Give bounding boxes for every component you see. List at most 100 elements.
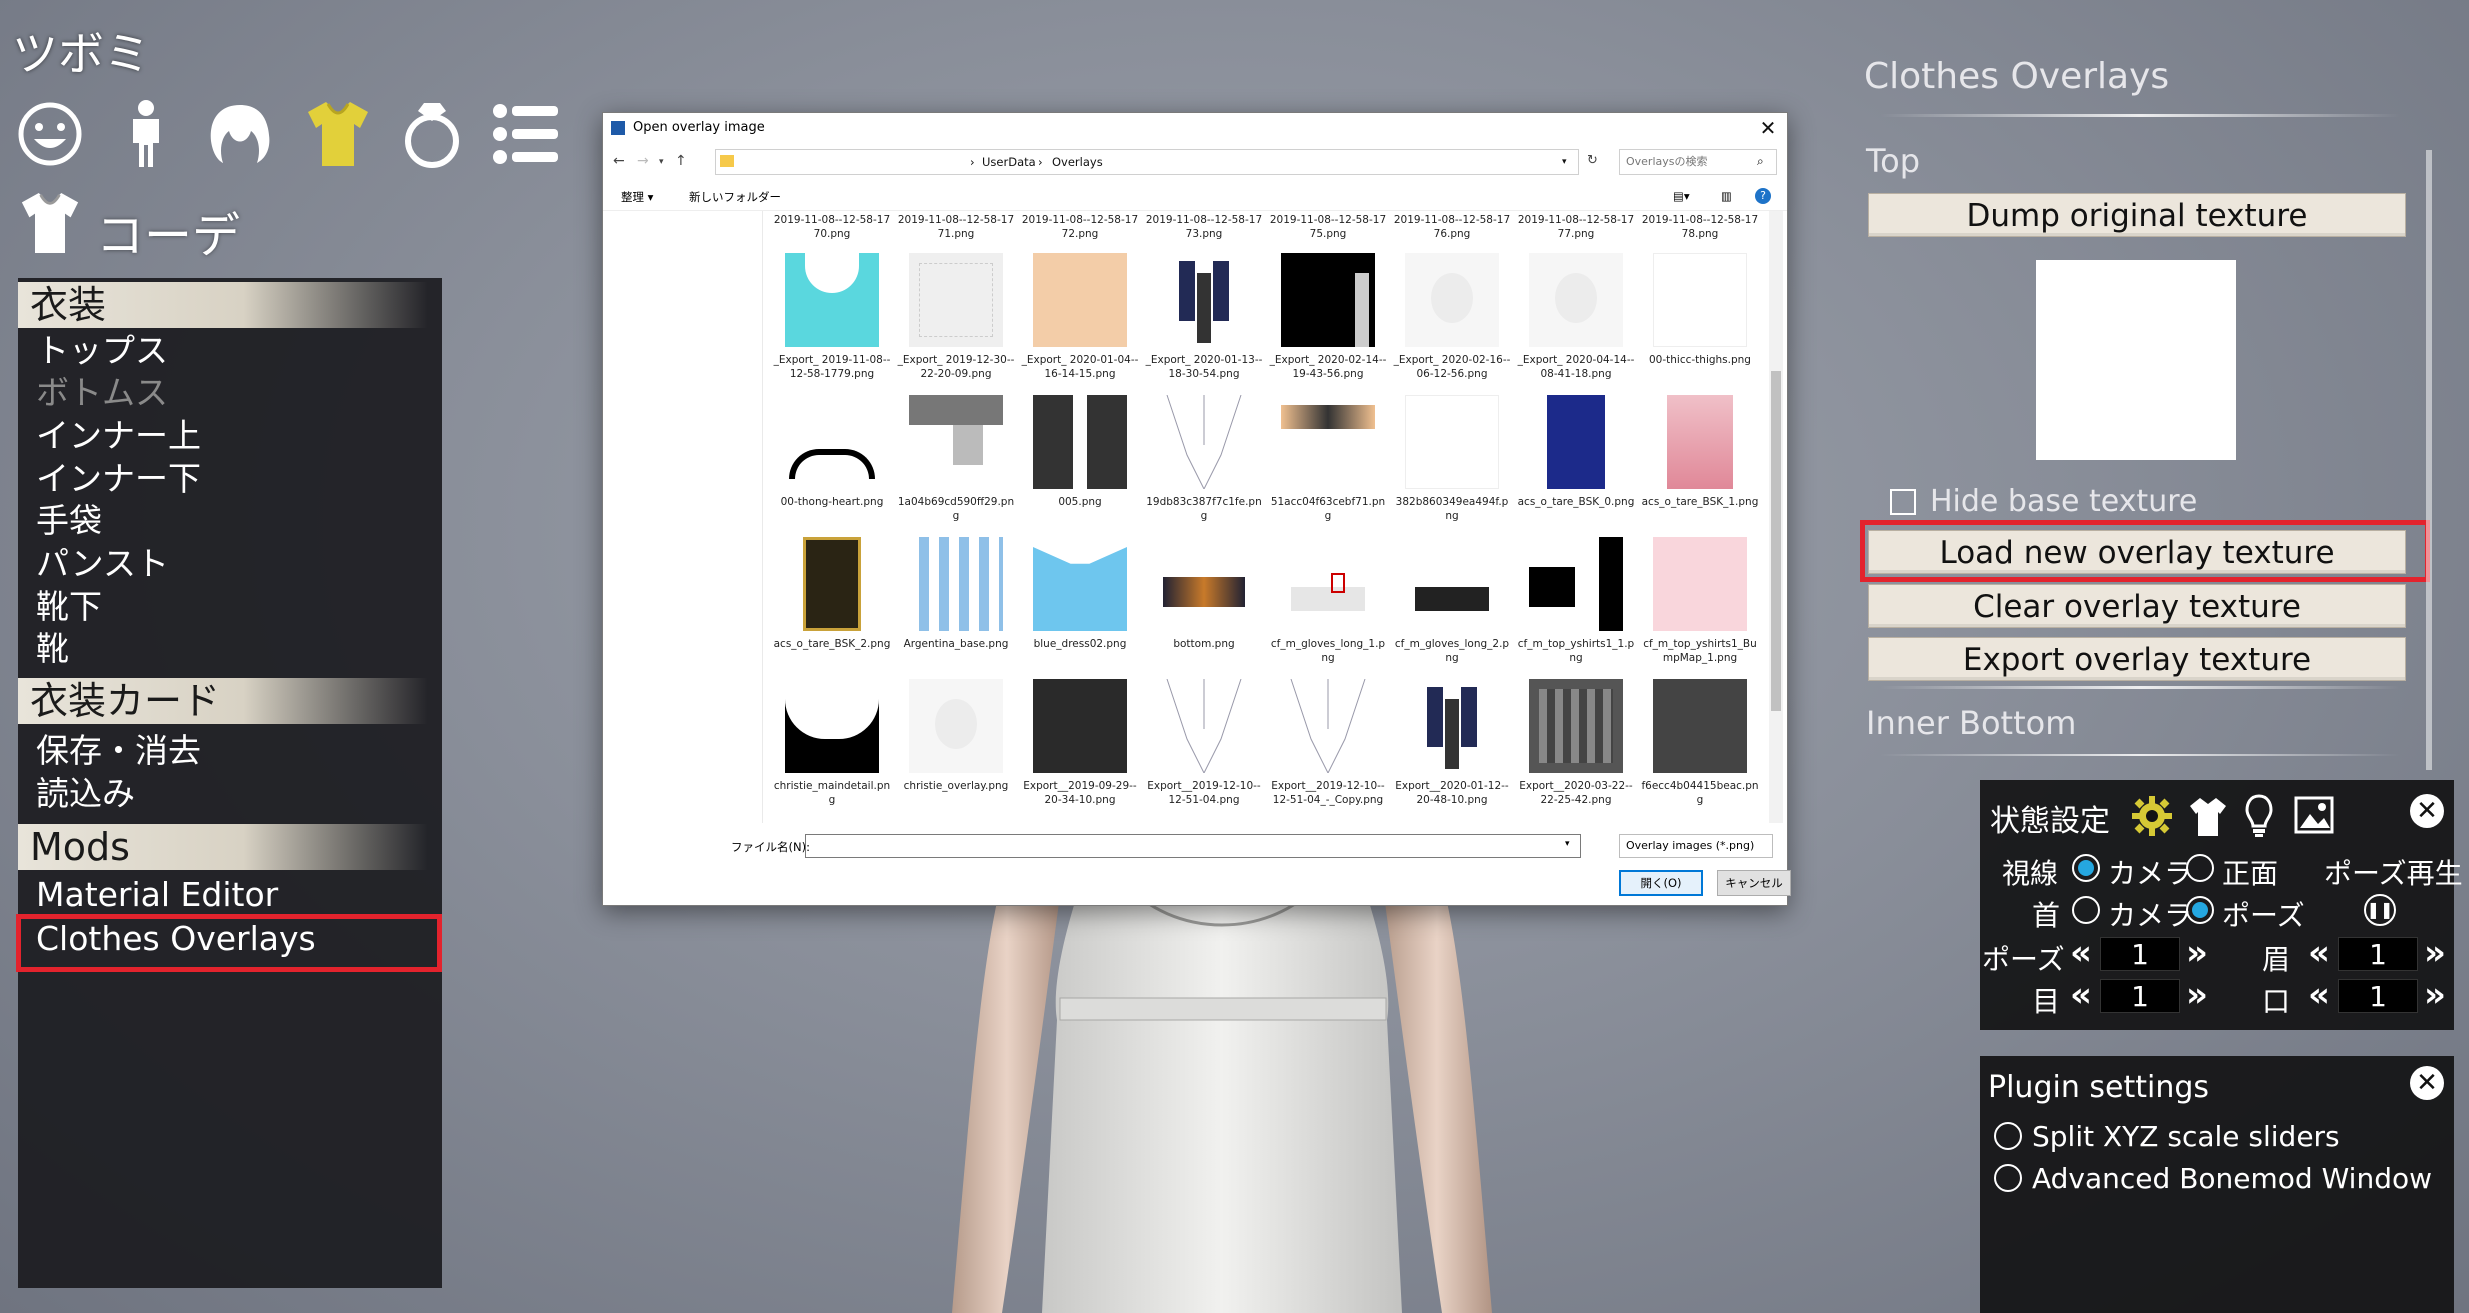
file-item[interactable]: Argentina_base.png bbox=[897, 537, 1015, 651]
back-icon[interactable]: ← bbox=[613, 153, 625, 169]
file-item[interactable]: 2019-11-08--12-58-1770.png bbox=[773, 213, 891, 241]
clear-overlay-texture-button[interactable]: Clear overlay texture bbox=[1868, 584, 2406, 628]
list-icon[interactable] bbox=[490, 96, 562, 172]
file-item[interactable]: _Export_ 2020-02-16--06-12-56.png bbox=[1393, 253, 1511, 381]
forward-icon[interactable]: → bbox=[637, 153, 649, 169]
menu-item-material-editor[interactable]: Material Editor bbox=[36, 874, 278, 916]
pose-number[interactable]: 1 bbox=[2100, 937, 2180, 971]
clothes-icon[interactable] bbox=[302, 96, 374, 172]
gaze-front-radio[interactable] bbox=[2186, 854, 2214, 882]
brow-next-icon[interactable]: » bbox=[2424, 936, 2446, 970]
mouth-prev-icon[interactable]: « bbox=[2308, 978, 2330, 1012]
brow-number[interactable]: 1 bbox=[2338, 937, 2418, 971]
advanced-bonemod-radio[interactable] bbox=[1994, 1164, 2022, 1192]
file-item[interactable]: bottom.png bbox=[1145, 537, 1263, 651]
mouth-next-icon[interactable]: » bbox=[2424, 978, 2446, 1012]
file-item[interactable]: f6ecc4b04415beac.png bbox=[1641, 679, 1759, 807]
file-item[interactable]: 1a04b69cd590ff29.png bbox=[897, 395, 1015, 523]
file-item[interactable]: cf_m_top_yshirts1_1.png bbox=[1517, 537, 1635, 665]
hair-icon[interactable] bbox=[204, 96, 276, 172]
menu-item-pantyhose[interactable]: パンスト bbox=[36, 543, 169, 585]
neck-pose-radio[interactable] bbox=[2186, 896, 2214, 924]
up-icon[interactable]: ↑ bbox=[675, 153, 687, 169]
file-item[interactable]: Export__2020-03-22--22-25-42.png bbox=[1517, 679, 1635, 807]
file-item[interactable]: 19db83c387f7c1fe.png bbox=[1145, 395, 1263, 523]
file-item[interactable]: cf_m_gloves_long_2.png bbox=[1393, 537, 1511, 665]
file-item[interactable]: Export__2020-01-12--20-48-10.png bbox=[1393, 679, 1511, 807]
chevron-down-icon[interactable]: ▾ bbox=[1562, 150, 1567, 174]
file-item[interactable]: 00-thicc-thighs.png bbox=[1641, 253, 1759, 367]
menu-item-inner-top[interactable]: インナー上 bbox=[36, 415, 201, 457]
refresh-icon[interactable]: ↻ bbox=[1587, 153, 1598, 168]
breadcrumb-overlays[interactable]: Overlays bbox=[1052, 150, 1103, 174]
preview-pane-icon[interactable]: ▥ bbox=[1721, 189, 1732, 203]
face-icon[interactable] bbox=[14, 96, 86, 172]
new-folder-button[interactable]: 新しいフォルダー bbox=[689, 189, 781, 205]
brow-prev-icon[interactable]: « bbox=[2308, 936, 2330, 970]
cancel-button[interactable]: キャンセル bbox=[1717, 870, 1791, 896]
file-item[interactable]: 2019-11-08--12-58-1773.png bbox=[1145, 213, 1263, 241]
organize-button[interactable]: 整理 ▾ bbox=[621, 189, 653, 205]
file-list-scrollbar[interactable] bbox=[1769, 211, 1783, 823]
mouth-number[interactable]: 1 bbox=[2338, 979, 2418, 1013]
address-bar[interactable]: › UserData › Overlays ▾ bbox=[715, 149, 1579, 175]
menu-item-clothes-overlays[interactable]: Clothes Overlays bbox=[36, 918, 316, 960]
dump-original-texture-button[interactable]: Dump original texture bbox=[1868, 193, 2406, 237]
file-item[interactable]: Export__2019-09-29--20-34-10.png bbox=[1021, 679, 1139, 807]
file-item[interactable]: _Export_ 2020-01-13--18-30-54.png bbox=[1145, 253, 1263, 381]
menu-item-tops[interactable]: トップス bbox=[36, 330, 168, 372]
file-item[interactable]: _Export_ 2020-02-14--19-43-56.png bbox=[1269, 253, 1387, 381]
menu-item-save-delete[interactable]: 保存・消去 bbox=[36, 730, 201, 772]
search-input[interactable]: Overlaysの検索 bbox=[1619, 149, 1777, 175]
load-new-overlay-texture-button[interactable]: Load new overlay texture bbox=[1868, 530, 2406, 574]
file-item[interactable]: 382b860349ea494f.png bbox=[1393, 395, 1511, 523]
gaze-camera-radio[interactable] bbox=[2072, 854, 2100, 882]
background-image-icon[interactable] bbox=[2294, 796, 2334, 838]
file-item[interactable]: 51acc04f63cebf71.png bbox=[1269, 395, 1387, 523]
view-options-icon[interactable]: ▤▾ bbox=[1673, 189, 1690, 203]
open-button[interactable]: 開く(O) bbox=[1619, 870, 1703, 896]
breadcrumb-userdata[interactable]: UserData bbox=[982, 150, 1036, 174]
file-item[interactable]: _Export_ 2020-04-14--08-41-18.png bbox=[1517, 253, 1635, 381]
chevron-down-icon[interactable]: ▾ bbox=[1565, 839, 1570, 849]
file-item[interactable]: _Export_ 2019-11-08--12-58-1779.png bbox=[773, 253, 891, 381]
menu-item-socks[interactable]: 靴下 bbox=[36, 586, 102, 628]
file-item[interactable]: 2019-11-08--12-58-1776.png bbox=[1393, 213, 1511, 241]
file-item[interactable]: Export__2019-12-10--12-51-04.png bbox=[1145, 679, 1263, 807]
file-item[interactable]: 2019-11-08--12-58-1772.png bbox=[1021, 213, 1139, 241]
file-item[interactable]: christie_overlay.png bbox=[897, 679, 1015, 793]
file-item[interactable]: acs_o_tare_BSK_0.png bbox=[1517, 395, 1635, 509]
file-item[interactable]: cf_m_gloves_long_1.png bbox=[1269, 537, 1387, 665]
pose-next-icon[interactable]: » bbox=[2186, 936, 2208, 970]
file-item[interactable]: blue_dress02.png bbox=[1021, 537, 1139, 651]
menu-item-inner-bottom[interactable]: インナー下 bbox=[36, 458, 201, 500]
file-item[interactable]: cf_m_top_yshirts1_BumpMap_1.png bbox=[1641, 537, 1759, 665]
file-item[interactable]: 2019-11-08--12-58-1778.png bbox=[1641, 213, 1759, 241]
close-icon[interactable]: ✕ bbox=[2410, 1066, 2444, 1100]
export-overlay-texture-button[interactable]: Export overlay texture bbox=[1868, 637, 2406, 681]
split-xyz-radio[interactable] bbox=[1994, 1122, 2022, 1150]
filetype-select[interactable]: Overlay images (*.png) bbox=[1619, 834, 1773, 858]
ring-icon[interactable] bbox=[396, 96, 468, 172]
file-item[interactable]: christie_maindetail.png bbox=[773, 679, 891, 807]
neck-camera-radio[interactable] bbox=[2072, 896, 2100, 924]
menu-item-shoes[interactable]: 靴 bbox=[36, 628, 69, 670]
file-item[interactable]: Export__2019-12-10--12-51-04_-_Copy.png bbox=[1269, 679, 1387, 807]
panel-scrollbar[interactable] bbox=[2426, 150, 2432, 770]
menu-item-load[interactable]: 読込み bbox=[36, 773, 135, 815]
close-icon[interactable]: ✕ bbox=[2410, 794, 2444, 828]
pose-prev-icon[interactable]: « bbox=[2070, 936, 2092, 970]
navigation-pane[interactable] bbox=[603, 211, 763, 823]
filename-input[interactable] bbox=[805, 834, 1581, 858]
hide-base-texture-checkbox[interactable] bbox=[1890, 489, 1916, 515]
eye-prev-icon[interactable]: « bbox=[2070, 978, 2092, 1012]
clothing-state-icon[interactable] bbox=[2188, 796, 2228, 842]
eye-next-icon[interactable]: » bbox=[2186, 978, 2208, 1012]
file-item[interactable]: acs_o_tare_BSK_1.png bbox=[1641, 395, 1759, 509]
file-item[interactable]: 005.png bbox=[1021, 395, 1139, 509]
eye-number[interactable]: 1 bbox=[2100, 979, 2180, 1013]
file-item[interactable]: _Export_ 2019-12-30--22-20-09.png bbox=[897, 253, 1015, 381]
scrollbar-thumb[interactable] bbox=[1771, 371, 1781, 711]
close-icon[interactable]: ✕ bbox=[1755, 115, 1781, 141]
body-icon[interactable] bbox=[110, 96, 182, 172]
